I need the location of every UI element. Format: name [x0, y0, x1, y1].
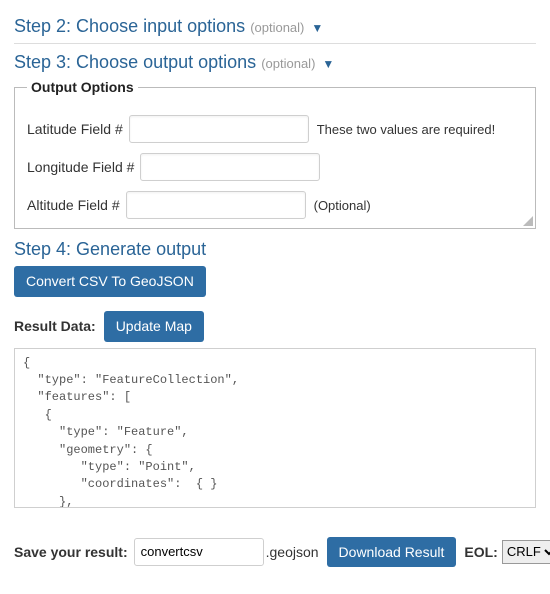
latitude-note: These two values are required! — [317, 122, 495, 137]
altitude-note: (Optional) — [314, 198, 371, 213]
latitude-label: Latitude Field # — [27, 121, 123, 137]
filename-input[interactable] — [134, 538, 264, 566]
longitude-label: Longitude Field # — [27, 159, 134, 175]
eol-label: EOL: — [464, 544, 497, 560]
download-button[interactable]: Download Result — [327, 537, 457, 568]
result-row: Result Data: Update Map — [14, 311, 536, 342]
chevron-down-icon: ▼ — [322, 57, 334, 71]
longitude-input[interactable] — [140, 153, 320, 181]
resize-handle-icon[interactable] — [523, 216, 533, 226]
step2-optional: (optional) — [250, 20, 304, 35]
output-options-fieldset: Output Options Latitude Field # These tw… — [14, 79, 536, 229]
longitude-row: Longitude Field # — [27, 153, 523, 181]
eol-select[interactable]: CRLFLF — [502, 540, 550, 564]
result-label: Result Data: — [14, 318, 96, 334]
chevron-down-icon: ▼ — [311, 21, 323, 35]
output-options-legend: Output Options — [27, 79, 138, 95]
divider — [14, 43, 536, 44]
step2-title: Step 2: Choose input options — [14, 16, 245, 36]
step3-optional: (optional) — [261, 56, 315, 71]
step4-heading: Step 4: Generate output — [14, 239, 536, 260]
result-textarea[interactable] — [14, 348, 536, 508]
update-map-button[interactable]: Update Map — [104, 311, 204, 342]
horizontal-scrollbar[interactable] — [14, 513, 536, 529]
step4-title: Step 4: Generate output — [14, 239, 206, 259]
altitude-label: Altitude Field # — [27, 197, 120, 213]
convert-button[interactable]: Convert CSV To GeoJSON — [14, 266, 206, 297]
save-row: Save your result: .geojson Download Resu… — [14, 537, 536, 568]
step3-heading[interactable]: Step 3: Choose output options (optional)… — [14, 52, 536, 73]
altitude-row: Altitude Field # (Optional) — [27, 191, 523, 219]
file-extension: .geojson — [266, 544, 319, 560]
altitude-input[interactable] — [126, 191, 306, 219]
step3-title: Step 3: Choose output options — [14, 52, 256, 72]
save-label: Save your result: — [14, 544, 128, 560]
latitude-input[interactable] — [129, 115, 309, 143]
latitude-row: Latitude Field # These two values are re… — [27, 115, 523, 143]
step2-heading[interactable]: Step 2: Choose input options (optional) … — [14, 16, 536, 37]
